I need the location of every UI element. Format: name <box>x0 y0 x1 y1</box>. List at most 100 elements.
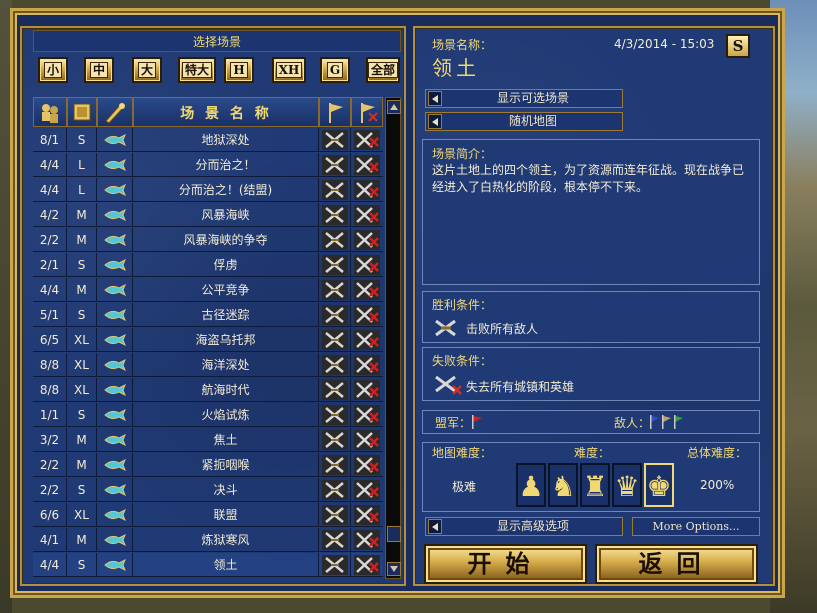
size-cell: M <box>67 203 97 227</box>
difficulty-option[interactable]: ♚ <box>644 463 674 507</box>
difficulty-option[interactable]: ♟ <box>516 463 546 507</box>
header-victory-column[interactable] <box>319 97 351 127</box>
size-cell: S <box>67 128 97 152</box>
difficulty-option[interactable]: ♜ <box>580 463 610 507</box>
players-cell: 1/1 <box>33 403 67 427</box>
version-cell <box>97 153 133 177</box>
random-map-button[interactable]: 随机地图 <box>425 112 623 131</box>
size-cell: S <box>67 553 97 577</box>
advanced-options-label: 显示高级选项 <box>496 519 569 533</box>
allies-label: 盟军： <box>435 416 472 430</box>
size-cell: XL <box>67 378 97 402</box>
difficulty-option[interactable]: ♞ <box>548 463 578 507</box>
version-cell <box>97 253 133 277</box>
header-loss-column[interactable] <box>351 97 383 127</box>
version-horn-icon <box>104 384 126 396</box>
scenario-row[interactable]: 8/8 XL 航海时代 <box>33 378 383 402</box>
difficulty-option[interactable]: ♛ <box>612 463 642 507</box>
scenario-row[interactable]: 1/1 S 火焰试炼 <box>33 403 383 427</box>
horn-icon <box>105 103 125 124</box>
lose-towns-heroes-icon <box>354 230 380 250</box>
more-options-label: More Options... <box>652 520 740 533</box>
victory-cell <box>319 378 351 402</box>
defeat-enemies-icon <box>322 530 348 550</box>
show-selectable-scenarios-button[interactable]: 显示可选场景 <box>425 89 623 108</box>
scenario-row[interactable]: 4/2 M 风暴海峡 <box>33 203 383 227</box>
size-filter-button[interactable]: 大 <box>132 57 162 83</box>
version-cell <box>97 228 133 252</box>
size-cell: XL <box>67 328 97 352</box>
version-cell <box>97 203 133 227</box>
scenario-row[interactable]: 4/1 M 炼狱寒风 <box>33 528 383 552</box>
scroll-thumb[interactable] <box>387 526 401 542</box>
scenario-row[interactable]: 8/1 S 地狱深处 <box>33 128 383 152</box>
version-cell <box>97 178 133 202</box>
victory-cell <box>319 203 351 227</box>
scenario-list-scrollbar[interactable] <box>385 97 401 579</box>
scenario-name-cell: 领土 <box>133 553 319 577</box>
victory-cell <box>319 428 351 452</box>
size-filter-button[interactable]: 全部 <box>366 57 400 83</box>
scroll-up-arrow[interactable] <box>387 100 401 114</box>
version-horn-icon <box>104 234 126 246</box>
size-filter-button[interactable]: 中 <box>84 57 114 83</box>
scenario-row[interactable]: 2/2 M 风暴海峡的争夺 <box>33 228 383 252</box>
lose-towns-heroes-icon <box>354 180 380 200</box>
players-cell: 8/8 <box>33 378 67 402</box>
scenario-row[interactable]: 5/1 S 古径迷踪 <box>33 303 383 327</box>
victory-cell <box>319 528 351 552</box>
enemies-label: 敌人： <box>614 416 651 430</box>
players-cell: 4/4 <box>33 178 67 202</box>
lose-towns-heroes-icon <box>354 455 380 475</box>
size-filter-button[interactable]: XH <box>272 57 306 83</box>
scenario-name-cell: 海盗乌托邦 <box>133 328 319 352</box>
scenario-row[interactable]: 4/4 S 领土 <box>33 553 383 577</box>
lose-towns-heroes-icon <box>354 380 380 400</box>
scenario-row[interactable]: 2/1 S 俘虏 <box>33 253 383 277</box>
scenario-name-cell: 风暴海峡 <box>133 203 319 227</box>
header-size-column[interactable] <box>67 97 97 127</box>
scenario-row[interactable]: 6/6 XL 联盟 <box>33 503 383 527</box>
scenario-row[interactable]: 4/4 L 分而治之！(结盟) <box>33 178 383 202</box>
size-filter-label: XH <box>275 62 303 78</box>
scenario-row[interactable]: 2/2 S 决斗 <box>33 478 383 502</box>
victory-cell <box>319 503 351 527</box>
size-filter-button[interactable]: H <box>224 57 254 83</box>
scenario-name-cell: 焦土 <box>133 428 319 452</box>
scenario-row[interactable]: 4/4 M 公平竞争 <box>33 278 383 302</box>
lose-towns-heroes-icon <box>354 405 380 425</box>
scenario-row[interactable]: 2/2 M 紧扼咽喉 <box>33 453 383 477</box>
version-cell <box>97 378 133 402</box>
header-players-column[interactable] <box>33 97 67 127</box>
lose-towns-heroes-icon <box>354 205 380 225</box>
show-selectable-label: 显示可选场景 <box>496 91 569 105</box>
size-filter-button[interactable]: G <box>320 57 350 83</box>
version-cell <box>97 278 133 302</box>
size-filter-button[interactable]: 小 <box>38 57 68 83</box>
players-cell: 4/4 <box>33 153 67 177</box>
scenario-row[interactable]: 8/8 XL 海洋深处 <box>33 353 383 377</box>
map-difficulty-label: 地图难度： <box>432 446 493 460</box>
scenario-row[interactable]: 3/2 M 焦土 <box>33 428 383 452</box>
loss-cell <box>351 228 383 252</box>
version-cell <box>97 503 133 527</box>
map-size-badge: S <box>726 34 750 58</box>
loss-flag-icon <box>361 103 378 123</box>
version-cell <box>97 478 133 502</box>
more-options-button[interactable]: More Options... <box>632 517 760 536</box>
back-button[interactable]: 返回 <box>595 544 758 584</box>
start-button[interactable]: 开始 <box>424 544 587 584</box>
version-horn-icon <box>104 159 126 171</box>
players-cell: 4/4 <box>33 278 67 302</box>
show-advanced-options-button[interactable]: 显示高级选项 <box>425 517 623 536</box>
scenario-row[interactable]: 4/4 L 分而治之！ <box>33 153 383 177</box>
scroll-down-arrow[interactable] <box>387 562 401 576</box>
pawn-icon: ♟ <box>518 470 544 503</box>
size-filter-button[interactable]: 特大 <box>178 57 216 83</box>
header-version-column[interactable] <box>97 97 133 127</box>
defeat-enemies-icon <box>322 430 348 450</box>
defeat-enemies-icon <box>322 405 348 425</box>
version-horn-icon <box>104 359 126 371</box>
scenario-row[interactable]: 6/5 XL 海盗乌托邦 <box>33 328 383 352</box>
header-scenario-name[interactable]: 场 景 名 称 <box>133 97 319 127</box>
